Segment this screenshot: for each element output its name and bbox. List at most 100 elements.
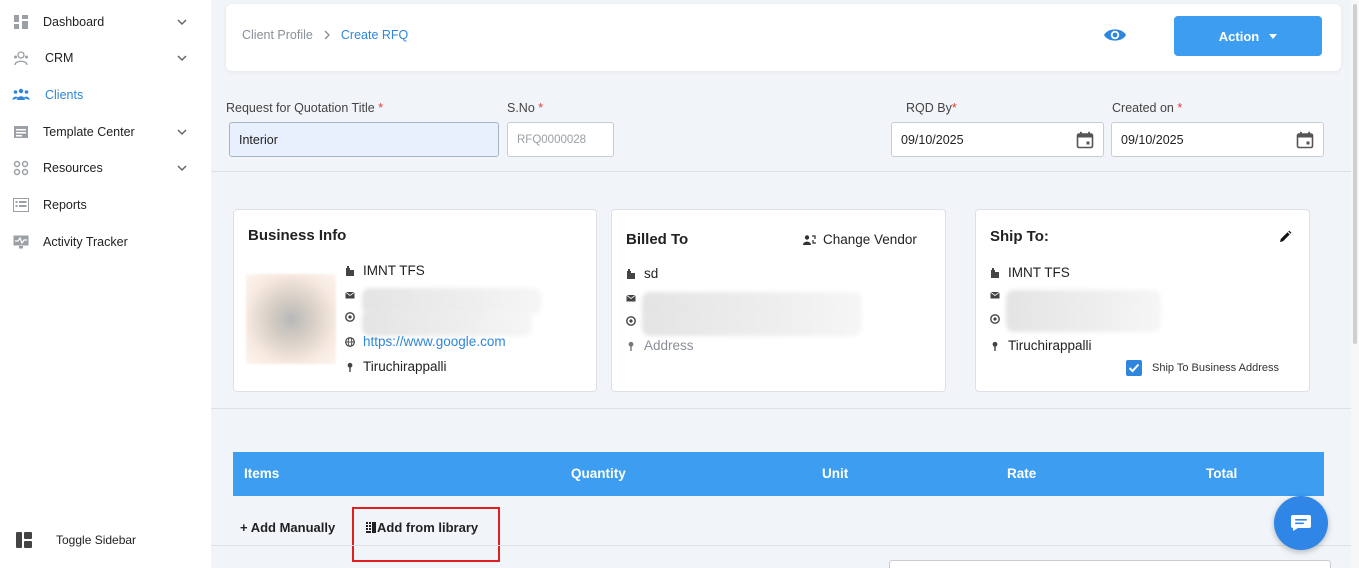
business-website-row: https://www.google.com — [345, 334, 506, 349]
sidebar-item-label: Reports — [43, 198, 87, 212]
chat-button[interactable] — [1274, 496, 1328, 550]
sidebar-item-reports[interactable]: Reports — [0, 190, 211, 220]
business-logo — [246, 274, 336, 364]
breadcrumb: Client Profile Create RFQ — [242, 28, 408, 42]
chat-icon — [1291, 515, 1311, 531]
action-button-label: Action — [1218, 28, 1260, 44]
chevron-down-icon — [177, 55, 187, 62]
column-unit: Unit — [822, 466, 849, 481]
building-icon — [627, 268, 635, 279]
check-icon — [1128, 363, 1140, 373]
action-button[interactable]: Action — [1174, 16, 1322, 56]
change-vendor-button[interactable]: Change Vendor — [803, 232, 917, 247]
swap-user-icon — [803, 234, 816, 245]
sno-label: S.No * — [507, 101, 543, 115]
items-table-header: Items Quantity Unit Rate Total — [233, 452, 1324, 496]
sidebar-item-template-center[interactable]: Template Center — [0, 117, 211, 147]
chevron-right-icon — [324, 30, 330, 40]
divider — [211, 408, 1359, 409]
sno-label-text: S.No — [507, 101, 535, 115]
required-mark: * — [1177, 101, 1183, 115]
highlight-box — [352, 507, 500, 562]
created-on-label-text: Created on — [1112, 101, 1174, 115]
sno-input[interactable]: RFQ0000028 — [507, 122, 614, 157]
column-rate: Rate — [1007, 466, 1037, 481]
grid-icon — [12, 13, 30, 31]
column-items: Items — [244, 466, 280, 481]
column-total: Total — [1206, 466, 1238, 481]
sidebar-item-label: Resources — [43, 161, 103, 175]
users-icon — [12, 86, 30, 104]
bottom-field[interactable] — [889, 560, 1331, 568]
business-website-link[interactable]: https://www.google.com — [363, 334, 506, 349]
location-pin-icon — [628, 341, 634, 351]
building-icon — [991, 267, 999, 278]
created-on-date-input[interactable]: 09/10/2025 — [1111, 122, 1324, 157]
divider — [211, 545, 1359, 546]
billed-address-row: Address — [626, 338, 694, 353]
business-city-row: Tiruchirappalli — [345, 359, 447, 374]
business-info-card: Business Info IMNT TFS https://www.googl… — [233, 209, 597, 392]
toggle-sidebar-label: Toggle Sidebar — [56, 533, 137, 547]
activity-icon — [12, 233, 30, 251]
sidebar-item-label: Dashboard — [43, 15, 105, 29]
ship-name: IMNT TFS — [1008, 265, 1070, 280]
ship-to-business-address-checkbox[interactable] — [1126, 360, 1142, 376]
sidebar-item-label: Activity Tracker — [43, 235, 128, 249]
scrollbar-thumb[interactable] — [1353, 4, 1357, 344]
rqd-by-label: RQD By* — [906, 101, 957, 115]
sidebar: Dashboard CRM Clients Template Center Re… — [0, 0, 211, 568]
sidebar-item-crm[interactable]: CRM — [0, 43, 211, 73]
sidebar-item-activity-tracker[interactable]: Activity Tracker — [0, 227, 211, 257]
billed-to-card: Billed To Change Vendor sd Address — [611, 209, 946, 392]
rfq-title-input[interactable]: Interior — [229, 122, 499, 157]
mail-icon — [626, 294, 636, 302]
phone-icon — [990, 314, 1000, 324]
sidebar-item-resources[interactable]: Resources — [0, 153, 211, 183]
chevron-down-icon — [177, 129, 187, 136]
redacted-phone — [362, 310, 532, 336]
business-name: IMNT TFS — [363, 263, 425, 278]
toggle-sidebar-button[interactable]: Toggle Sidebar — [0, 525, 211, 555]
business-city: Tiruchirappalli — [363, 359, 447, 374]
business-email-row — [345, 290, 363, 300]
calendar-icon[interactable] — [1076, 131, 1094, 149]
phone-icon — [345, 312, 355, 322]
business-phone-row — [345, 312, 363, 322]
rfq-title-value: Interior — [239, 132, 278, 147]
business-name-row: IMNT TFS — [345, 263, 425, 278]
ship-to-card: Ship To: IMNT TFS Tiruchirappalli Ship T… — [975, 209, 1310, 392]
eye-icon[interactable] — [1103, 26, 1127, 44]
rqd-by-value: 09/10/2025 — [901, 132, 964, 147]
location-pin-icon — [347, 362, 353, 372]
template-icon — [12, 123, 30, 141]
globe-icon — [345, 336, 355, 347]
location-pin-icon — [992, 341, 998, 351]
rfq-title-label: Request for Quotation Title * — [226, 101, 383, 115]
ship-city-row: Tiruchirappalli — [990, 338, 1092, 353]
resources-icon — [12, 159, 30, 177]
edit-pencil-icon[interactable] — [1278, 230, 1292, 244]
breadcrumb-create-rfq[interactable]: Create RFQ — [341, 28, 408, 42]
chevron-down-icon — [177, 19, 187, 26]
business-info-title: Business Info — [248, 227, 347, 244]
chevron-down-icon — [177, 165, 187, 172]
calendar-icon[interactable] — [1296, 131, 1314, 149]
add-manually-button[interactable]: + Add Manually — [240, 520, 335, 535]
redacted-phone — [1006, 306, 1161, 332]
sidebar-item-dashboard[interactable]: Dashboard — [0, 7, 211, 37]
reports-icon — [12, 196, 30, 214]
ship-to-business-address-option[interactable]: Ship To Business Address — [1126, 360, 1279, 376]
sidebar-item-label: Template Center — [43, 125, 135, 139]
breadcrumb-client-profile[interactable]: Client Profile — [242, 28, 313, 42]
rqd-by-date-input[interactable]: 09/10/2025 — [891, 122, 1104, 157]
sidebar-item-clients[interactable]: Clients — [0, 80, 211, 110]
billed-name: sd — [644, 266, 659, 281]
mail-icon — [345, 291, 355, 299]
redacted-phone — [642, 310, 862, 336]
rfq-title-label-text: Request for Quotation Title — [226, 101, 375, 115]
ship-to-title: Ship To: — [990, 228, 1049, 245]
change-vendor-label: Change Vendor — [823, 232, 917, 247]
sidebar-item-label: Clients — [45, 88, 84, 102]
sidebar-item-label: CRM — [45, 51, 74, 65]
